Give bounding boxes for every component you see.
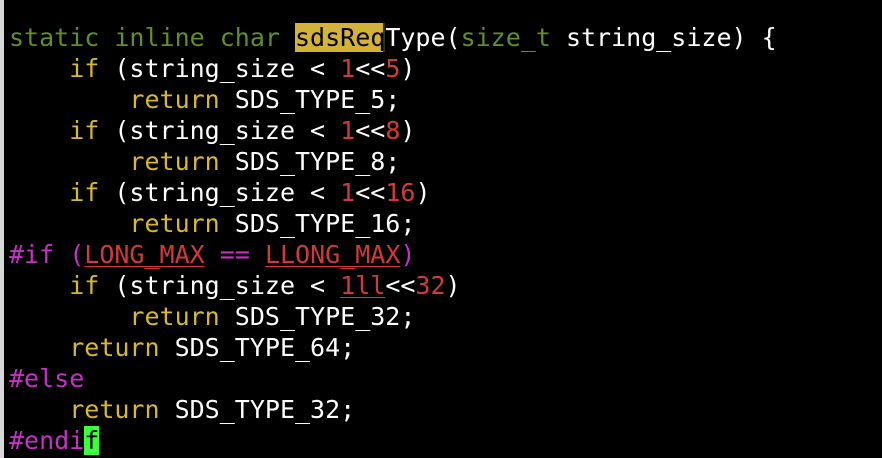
code-token: ): [400, 54, 416, 83]
code-view[interactable]: static inline char sdsReqType(size_t str…: [9, 22, 777, 456]
preprocessor-token: (: [69, 240, 85, 269]
preprocessor-token: #endi: [9, 426, 85, 455]
search-match: sdsRe: [294, 23, 371, 52]
code-line[interactable]: if (string_size < 1ll<<32): [9, 270, 777, 301]
preprocessor-token: #else: [9, 364, 85, 393]
control-keyword-token: if: [69, 178, 100, 207]
code-line[interactable]: return SDS_TYPE_16;: [9, 208, 777, 239]
number-token: LLONG_MAX: [264, 240, 401, 269]
control-keyword-token: if: [69, 54, 100, 83]
preprocessor-token: ==: [219, 240, 250, 269]
number-token: 8: [385, 116, 401, 145]
code-token: <<: [355, 54, 386, 83]
code-token: (string_size <: [99, 54, 341, 83]
code-line[interactable]: if (string_size < 1<<8): [9, 115, 777, 146]
number-token: 1: [340, 54, 356, 83]
text-cursor: f: [84, 426, 100, 455]
code-token: <<: [385, 271, 416, 300]
control-keyword-token: return: [69, 333, 160, 362]
control-keyword-token: if: [69, 271, 100, 300]
search-match-cursor: q: [370, 23, 386, 52]
code-line[interactable]: if (string_size < 1<<5): [9, 53, 777, 84]
code-token: SDS_TYPE_64;: [159, 333, 356, 362]
code-token: <<: [355, 178, 386, 207]
code-line[interactable]: #endif: [9, 425, 777, 456]
number-token: 1ll: [340, 271, 386, 300]
control-keyword-token: if: [69, 116, 100, 145]
number-token: 1: [340, 178, 356, 207]
code-line[interactable]: return SDS_TYPE_5;: [9, 84, 777, 115]
code-line[interactable]: return SDS_TYPE_32;: [9, 301, 777, 332]
code-token: ): [445, 271, 461, 300]
keyword-token: size_t: [460, 23, 551, 52]
code-token: string_size) {: [550, 23, 777, 52]
code-token: ): [415, 178, 431, 207]
code-token: SDS_TYPE_32;: [219, 302, 416, 331]
code-token: SDS_TYPE_32;: [159, 395, 356, 424]
code-editor[interactable]: static inline char sdsReqType(size_t str…: [0, 0, 882, 458]
number-token: 16: [385, 178, 416, 207]
control-keyword-token: return: [69, 395, 160, 424]
code-token: SDS_TYPE_8;: [219, 147, 401, 176]
keyword-token: static inline char: [9, 23, 295, 52]
control-keyword-token: return: [129, 85, 220, 114]
control-keyword-token: return: [129, 147, 220, 176]
code-token: (string_size <: [99, 178, 341, 207]
code-line[interactable]: return SDS_TYPE_32;: [9, 394, 777, 425]
number-token: 5: [385, 54, 401, 83]
code-line[interactable]: return SDS_TYPE_64;: [9, 332, 777, 363]
control-keyword-token: return: [129, 209, 220, 238]
code-line[interactable]: #if (LONG_MAX == LLONG_MAX): [9, 239, 777, 270]
code-token: ): [400, 116, 416, 145]
code-token: SDS_TYPE_5;: [219, 85, 401, 114]
code-line[interactable]: return SDS_TYPE_8;: [9, 146, 777, 177]
number-token: 1: [340, 116, 356, 145]
code-token: <<: [355, 116, 386, 145]
code-line[interactable]: #else: [9, 363, 777, 394]
preprocessor-token: ): [400, 240, 416, 269]
code-line[interactable]: if (string_size < 1<<16): [9, 177, 777, 208]
number-token: LONG_MAX: [84, 240, 205, 269]
control-keyword-token: return: [129, 302, 220, 331]
code-token: (string_size <: [99, 116, 341, 145]
code-token: (string_size <: [99, 271, 341, 300]
preprocessor-token: #if: [9, 240, 70, 269]
code-token: Type(: [385, 23, 461, 52]
code-line[interactable]: static inline char sdsReqType(size_t str…: [9, 22, 777, 53]
code-token: SDS_TYPE_16;: [219, 209, 416, 238]
number-token: 32: [415, 271, 446, 300]
